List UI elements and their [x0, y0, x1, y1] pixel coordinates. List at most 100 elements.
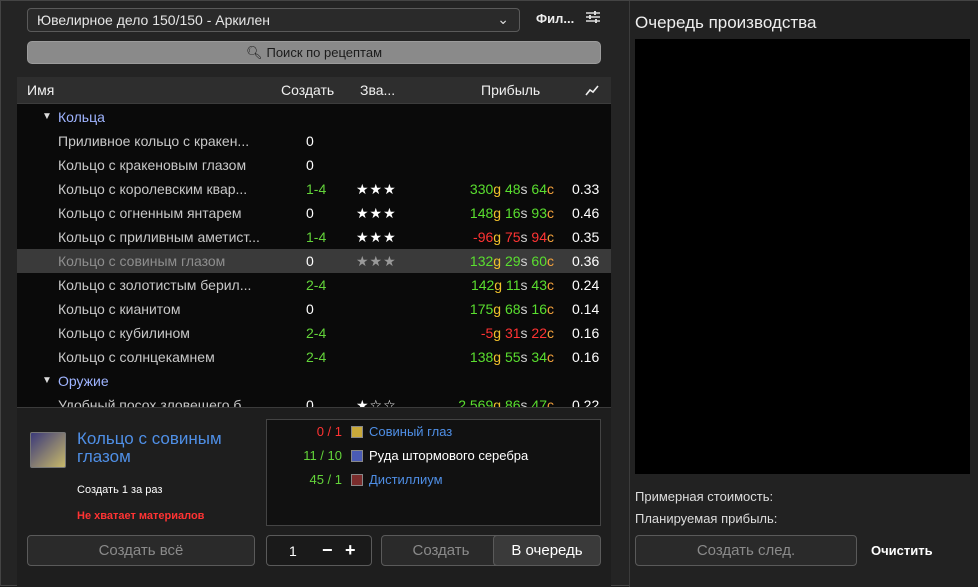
craftable-count: 2-4 — [306, 277, 327, 293]
profession-dropdown[interactable]: Ювелирное дело 150/150 - Аркилен ⌄ — [27, 8, 520, 32]
search-input[interactable]: 🔍︎ Поиск по рецептам — [27, 41, 601, 64]
reagent-name: Совиный глаз — [369, 424, 453, 439]
filter-button[interactable]: Фил... — [536, 11, 600, 26]
recipe-row[interactable]: Кольцо с кубилином 2-4 -5g 31s 22c 0.16 — [17, 321, 611, 345]
plus-icon[interactable]: + — [345, 540, 356, 561]
profit-value: 148g 16s 93c — [469, 205, 554, 221]
reagent-row[interactable]: 11 / 10 Руда штормового серебра — [267, 444, 602, 468]
recipe-row[interactable]: Кольцо с кракеновым глазом 0 — [17, 153, 611, 177]
profit-ratio: 0.22 — [572, 397, 600, 407]
chevron-down-icon: ⌄ — [497, 11, 509, 27]
column-name[interactable]: Имя — [27, 82, 54, 98]
recipe-row[interactable]: Кольцо с золотистым берил... 2-4 142g 11s … — [17, 273, 611, 297]
craftable-count: 0 — [306, 253, 314, 269]
quantity-value[interactable]: 1 — [289, 543, 297, 559]
recipe-row[interactable]: Кольцо с королевским квар... 1-4 ★★★ 330g 4… — [17, 177, 611, 201]
planned-profit-label: Планируемая прибыль: — [635, 511, 778, 526]
reagents-list: 0 / 1 Совиный глаз 11 / 10 Руда штормового … — [266, 419, 601, 526]
reagent-icon — [351, 426, 363, 438]
recipe-name: Кольцо с золотистым берил... — [58, 277, 252, 293]
recipe-name: Кольцо с королевским квар... — [58, 181, 248, 197]
reagent-row[interactable]: 45 / 1 Дистиллиум — [267, 468, 602, 492]
rank-stars: ★★★ — [356, 181, 397, 197]
column-profit[interactable]: Прибыль — [481, 82, 540, 98]
recipe-name: Удобный посох зловещего б... — [58, 397, 254, 407]
profit-value: 132g 29s 60c — [469, 253, 554, 269]
quantity-stepper[interactable]: 1 − + — [266, 535, 372, 566]
craftable-count: 1-4 — [306, 229, 327, 245]
profit-ratio: 0.24 — [572, 277, 600, 293]
reagent-name: Руда штормового серебра — [369, 448, 529, 463]
profit-ratio: 0.35 — [572, 229, 600, 245]
recipe-row[interactable]: Кольцо с кианитом 0 175g 68s 16c 0.14 — [17, 297, 611, 321]
profit-ratio: 0.46 — [572, 205, 600, 221]
category-row[interactable]: ▼ Оружие — [17, 369, 611, 393]
craftable-count: 0 — [306, 157, 314, 173]
reagent-icon — [351, 450, 363, 462]
clear-button[interactable]: Очистить — [871, 543, 933, 558]
recipe-row[interactable]: Кольцо с совиным глазом 0 ★★★ 132g 29s 60c … — [17, 249, 611, 273]
recipe-row[interactable]: Удобный посох зловещего б... 0 ★☆☆ 2,569g 8… — [17, 393, 611, 407]
category-row[interactable]: ▼ Кольца — [17, 105, 611, 129]
create-all-button[interactable]: Создать всё — [27, 535, 255, 566]
profession-select-label: Ювелирное дело 150/150 - Аркилен — [37, 12, 271, 28]
craftable-count: 2-4 — [306, 349, 327, 365]
create-next-button[interactable]: Создать след. — [635, 535, 857, 566]
reagent-icon — [351, 474, 363, 486]
column-create[interactable]: Создать — [281, 82, 334, 98]
category-label: Кольца — [58, 109, 105, 125]
search-placeholder: Поиск по рецептам — [266, 45, 383, 60]
profit-ratio: 0.36 — [572, 253, 600, 269]
recipe-row[interactable]: Приливное кольцо с кракен... 0 — [17, 129, 611, 153]
filter-label: Фил... — [536, 11, 575, 26]
queue-button[interactable]: В очередь — [493, 535, 601, 566]
profit-ratio: 0.14 — [572, 301, 600, 317]
recipe-row[interactable]: Кольцо с солнцекамнем 2-4 138g 55s 34c 0.1… — [17, 345, 611, 369]
list-header: Имя Создать Зва... Прибыль — [17, 77, 611, 104]
crafting-window: Ювелирное дело 150/150 - Аркилен ⌄ Фил..… — [0, 0, 978, 587]
profit-value: 2,569g 86s 47c — [458, 397, 554, 407]
profit-ratio: 0.16 — [572, 325, 600, 341]
reagent-name: Дистиллиум — [369, 472, 443, 487]
reagent-quantity: 11 / 10 — [303, 448, 342, 463]
minus-icon[interactable]: − — [322, 540, 333, 561]
recipe-list: Имя Создать Зва... Прибыль ▼ Кольца Прилив… — [17, 77, 611, 407]
profit-ratio: 0.33 — [572, 181, 600, 197]
rank-stars: ★★★ — [356, 253, 397, 269]
craftable-count: 0 — [306, 397, 314, 407]
search-icon: 🔍︎ — [245, 45, 263, 60]
queue-title: Очередь производства — [635, 13, 817, 32]
recipe-detail: Кольцо с совиным глазом Создать 1 за раз… — [17, 407, 611, 587]
queue-panel: Очередь производства Примерная стоимость… — [629, 1, 978, 587]
trend-icon[interactable] — [585, 84, 599, 97]
recipe-name: Кольцо с огненным янтарем — [58, 205, 242, 221]
recipe-name: Кольцо с солнцекамнем — [58, 349, 215, 365]
missing-materials-warning: Не хватает материалов — [77, 510, 205, 522]
reagent-row[interactable]: 0 / 1 Совиный глаз — [267, 420, 602, 444]
recipe-row[interactable]: Кольцо с огненным янтарем 0 ★★★ 148g 16s 93… — [17, 201, 611, 225]
craftable-count: 0 — [306, 133, 314, 149]
craftable-count: 1-4 — [306, 181, 327, 197]
collapse-triangle-icon[interactable]: ▼ — [42, 369, 52, 393]
craftable-count: 2-4 — [306, 325, 327, 341]
create-button[interactable]: Создать — [381, 535, 501, 566]
recipe-name: Кольцо с кракеновым глазом — [58, 157, 247, 173]
category-label: Оружие — [58, 373, 109, 389]
profit-value: -96g 75s 94c — [473, 229, 554, 245]
profit-ratio: 0.16 — [572, 349, 600, 365]
column-rank[interactable]: Зва... — [360, 82, 395, 98]
craftable-count: 0 — [306, 205, 314, 221]
recipe-name: Кольцо с кианитом — [58, 301, 181, 317]
ring-icon — [30, 432, 66, 468]
rank-stars: ★★★ — [356, 205, 397, 221]
create-per-text: Создать 1 за раз — [77, 484, 163, 496]
rank-stars: ★★★ — [356, 229, 397, 245]
recipe-name: Кольцо с совиным глазом — [58, 253, 226, 269]
collapse-triangle-icon[interactable]: ▼ — [42, 105, 52, 129]
profit-value: 142g 11s 43c — [470, 277, 554, 293]
recipe-row[interactable]: Кольцо с приливным аметист... 1-4 ★★★ -96g … — [17, 225, 611, 249]
recipe-name: Кольцо с приливным аметист... — [58, 229, 260, 245]
reagent-quantity: 45 / 1 — [309, 472, 342, 487]
profit-value: 175g 68s 16c — [469, 301, 554, 317]
queue-list — [635, 39, 970, 474]
